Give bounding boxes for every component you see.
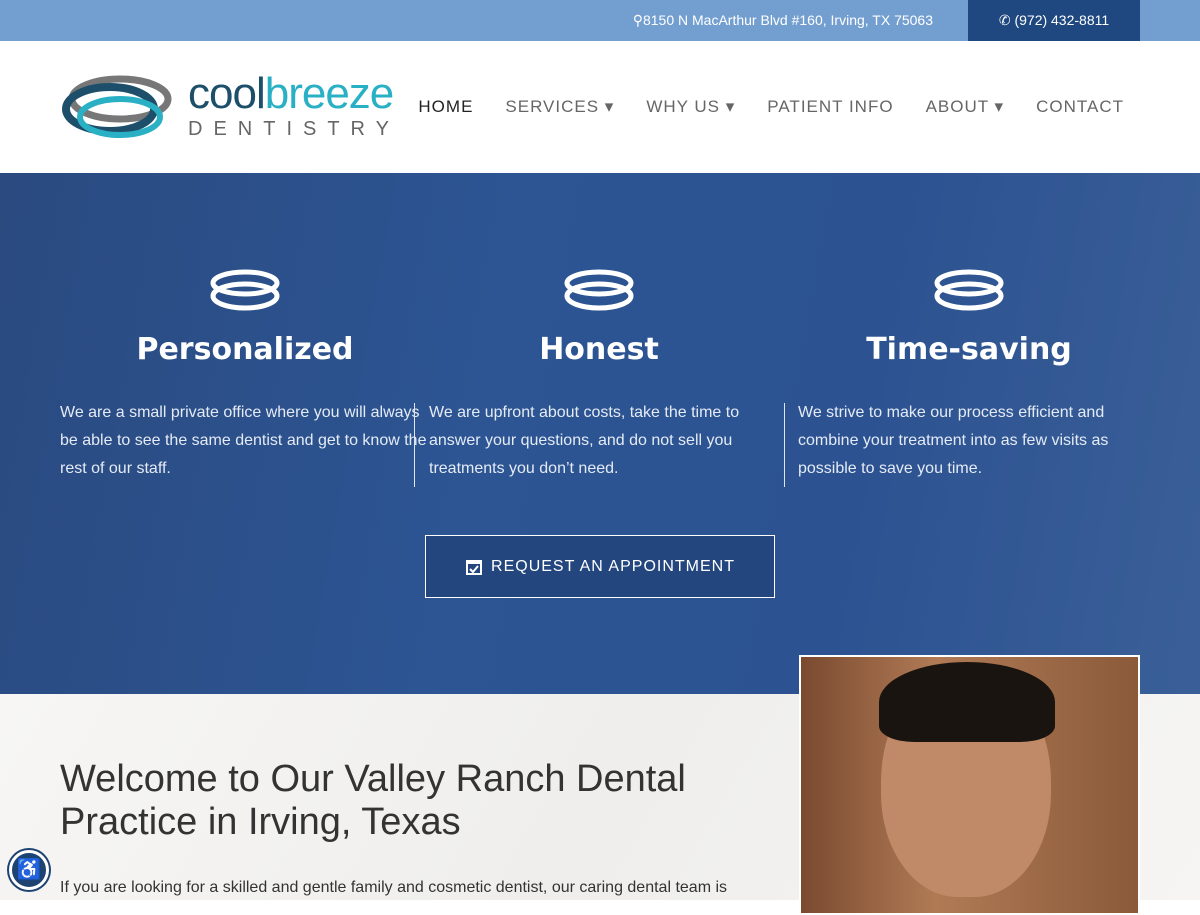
calendar-check-icon: [466, 559, 483, 575]
request-appointment-button[interactable]: REQUEST AN APPOINTMENT: [425, 535, 775, 598]
nav-contact[interactable]: CONTACT: [1036, 97, 1124, 117]
swirl-icon: [564, 269, 634, 311]
phone-text: (972) 432-8811: [1014, 12, 1110, 28]
logo[interactable]: coolbreeze DENTISTRY: [60, 71, 400, 141]
address-text: 8150 N MacArthur Blvd #160, Irving, TX 7…: [642, 12, 933, 28]
nav-why-us[interactable]: WHY US ▾: [646, 97, 735, 117]
header: coolbreeze DENTISTRY HOME SERVICES ▾ WHY…: [0, 41, 1200, 173]
welcome-intro: If you are looking for a skilled and gen…: [60, 879, 728, 896]
feature-personalized: Personalized We are a small private offi…: [60, 268, 430, 483]
accessibility-icon: ♿: [16, 859, 42, 881]
accessibility-button[interactable]: ♿: [9, 850, 49, 890]
welcome-heading: Welcome to Our Valley Ranch Dental Pract…: [60, 758, 686, 843]
feature-time-saving: Time-saving We strive to make our proces…: [798, 268, 1140, 483]
top-bar: ⚲8150 N MacArthur Blvd #160, Irving, TX …: [0, 0, 1200, 41]
feature-title: Honest: [539, 332, 659, 367]
request-appointment-label: REQUEST AN APPOINTMENT: [491, 557, 735, 575]
address-link[interactable]: ⚲8150 N MacArthur Blvd #160, Irving, TX …: [633, 12, 933, 29]
divider: [414, 403, 415, 487]
feature-title: Time-saving: [866, 332, 1072, 367]
divider: [784, 403, 785, 487]
hero-section: Personalized We are a small private offi…: [0, 173, 1200, 694]
feature-honest: Honest We are upfront about costs, take …: [429, 268, 769, 483]
nav-home[interactable]: HOME: [418, 97, 473, 117]
nav-patient-info[interactable]: PATIENT INFO: [767, 97, 893, 117]
feature-title: Personalized: [136, 332, 354, 367]
logo-word-breeze: breeze: [264, 68, 395, 118]
main-nav: HOME SERVICES ▾ WHY US ▾ PATIENT INFO AB…: [418, 97, 1124, 117]
feature-text: We are upfront about costs, take the tim…: [429, 404, 740, 477]
swirl-icon: [210, 269, 280, 311]
phone-button[interactable]: ✆ (972) 432-8811: [968, 0, 1140, 41]
dentist-photo: [799, 655, 1140, 915]
feature-text: We strive to make our process efficient …: [798, 404, 1109, 477]
logo-word-dentistry: DENTISTRY: [188, 117, 400, 140]
nav-services[interactable]: SERVICES ▾: [505, 97, 614, 117]
logo-swirl-icon: [62, 75, 172, 138]
phone-icon: ✆: [998, 12, 1011, 28]
feature-text: We are a small private office where you …: [60, 404, 427, 477]
logo-word-cool: cool: [188, 68, 266, 118]
swirl-icon: [934, 269, 1004, 311]
nav-about[interactable]: ABOUT ▾: [926, 97, 1005, 117]
map-pin-icon: ⚲: [632, 12, 643, 28]
